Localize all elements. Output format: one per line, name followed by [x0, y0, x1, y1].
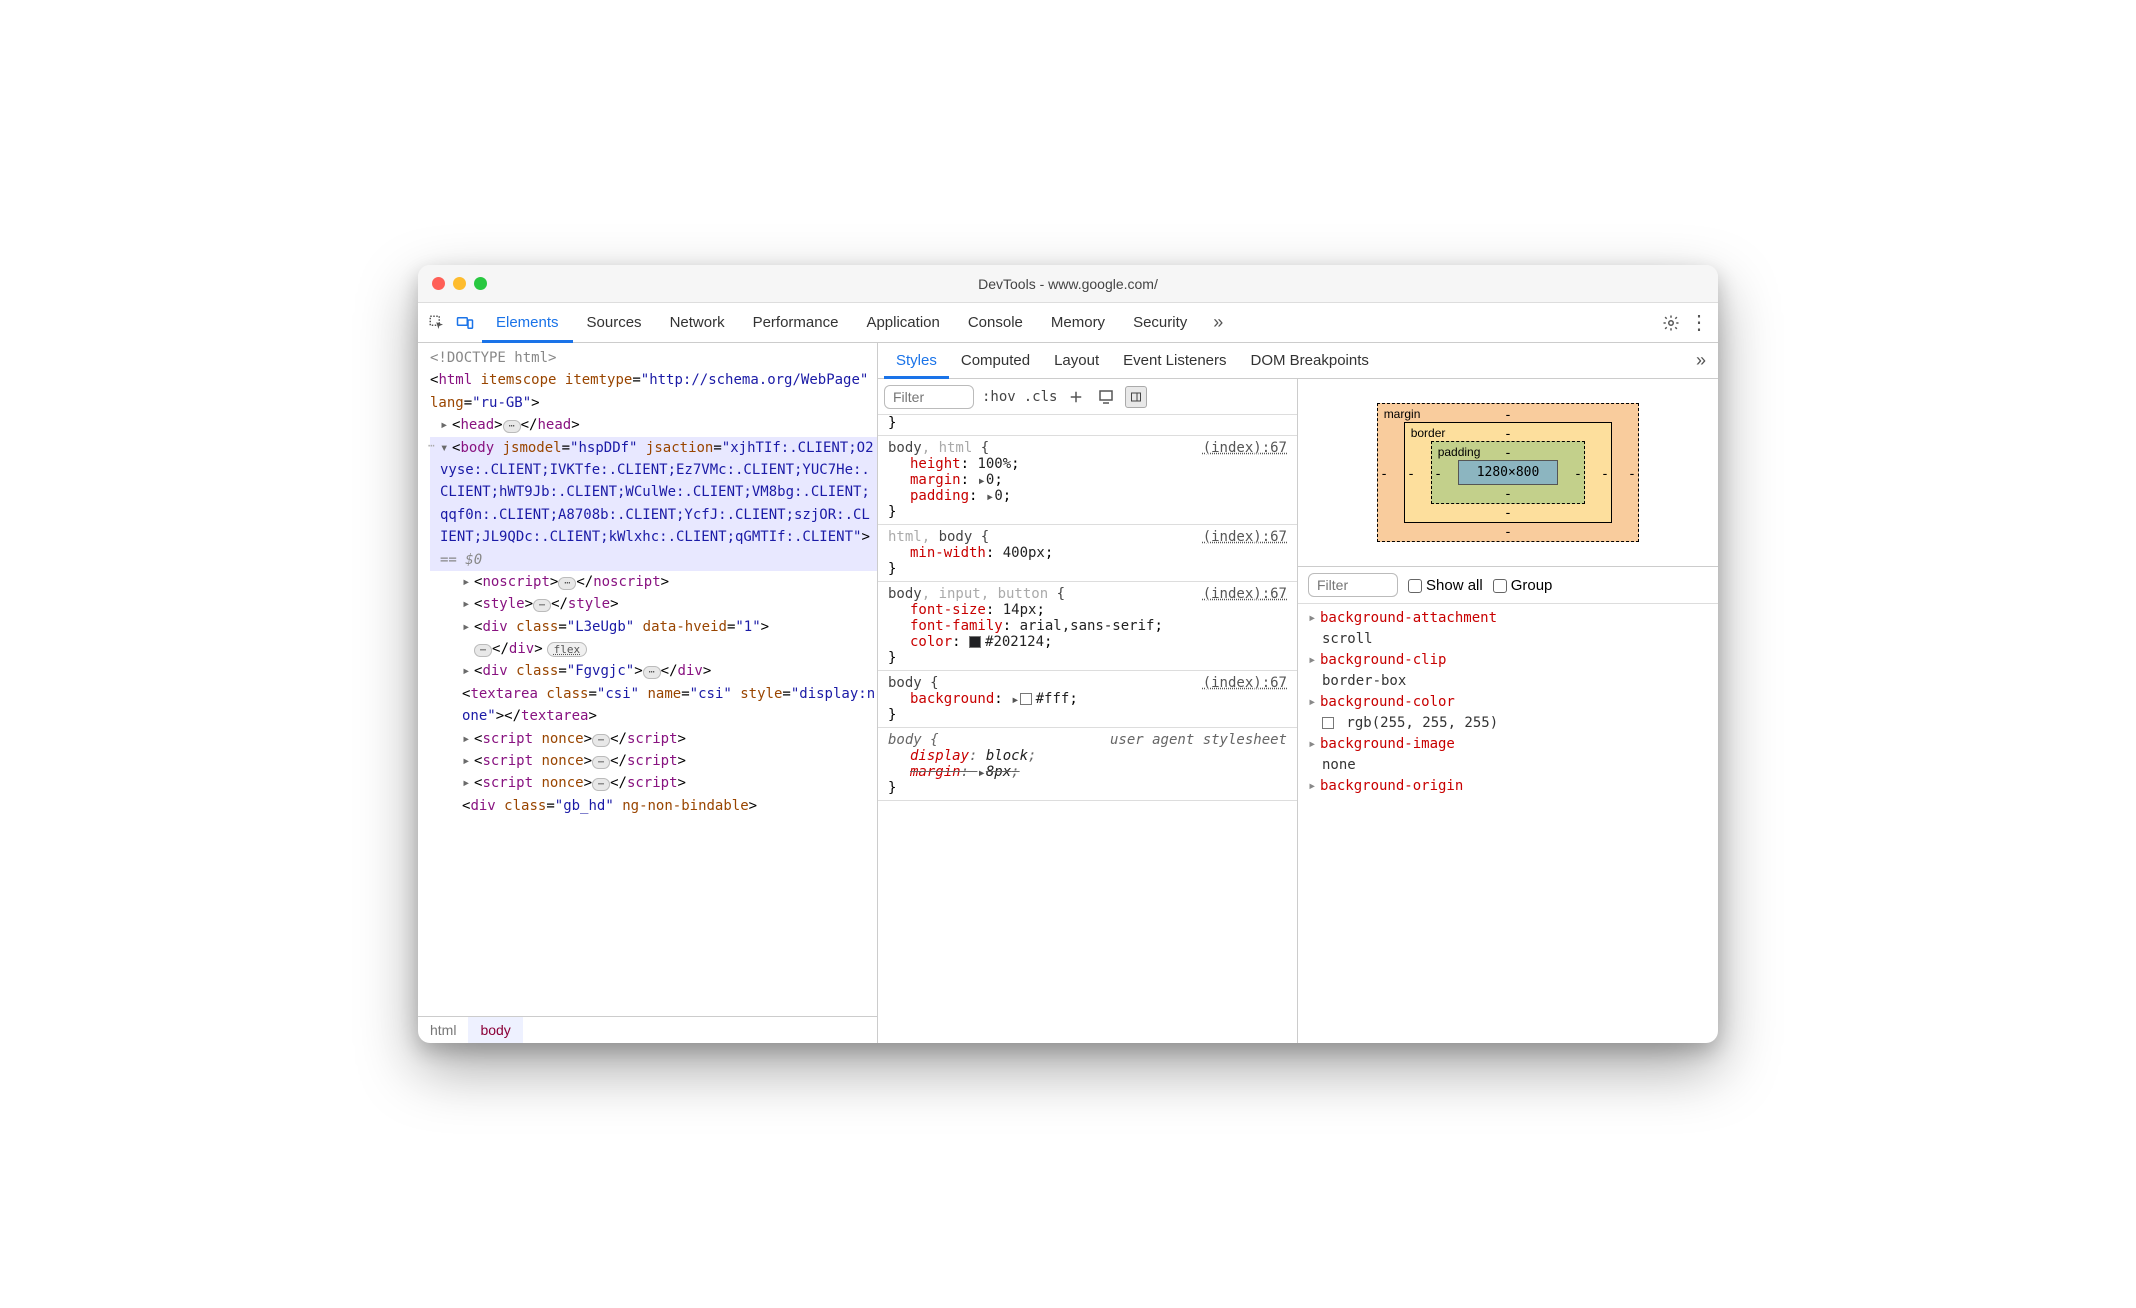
style-rule[interactable]: body {user agent stylesheetdisplay: bloc…: [878, 728, 1297, 801]
sub-tabs: StylesComputedLayoutEvent ListenersDOM B…: [878, 343, 1718, 379]
computed-panel: margin - - - - border - - - -: [1298, 379, 1718, 1043]
box-content-size: 1280×800: [1458, 460, 1559, 485]
tab-performance[interactable]: Performance: [739, 303, 853, 343]
settings-icon[interactable]: [1660, 312, 1682, 334]
subtab-layout[interactable]: Layout: [1042, 343, 1111, 379]
computed-property[interactable]: ▸background-clipborder-box: [1308, 650, 1708, 692]
styles-group: StylesComputedLayoutEvent ListenersDOM B…: [878, 343, 1718, 1043]
style-rule[interactable]: html, body {(index):67min-width: 400px;}: [878, 525, 1297, 582]
tab-elements[interactable]: Elements: [482, 303, 573, 343]
style-rule[interactable]: body, input, button {(index):67font-size…: [878, 582, 1297, 671]
devtools-window: DevTools - www.google.com/ ElementsSourc…: [418, 265, 1718, 1043]
style-rule[interactable]: body {(index):67background: ▸ #fff;}: [878, 671, 1297, 728]
box-model[interactable]: margin - - - - border - - - -: [1298, 379, 1718, 567]
computed-toolbar: Show all Group: [1298, 567, 1718, 604]
styles-panel: :hov .cls } body, html {(index):67height…: [878, 379, 1298, 1043]
computed-filter-input[interactable]: [1308, 573, 1398, 597]
titlebar: DevTools - www.google.com/: [418, 265, 1718, 303]
main-content: <!DOCTYPE html><html itemscope itemtype=…: [418, 343, 1718, 1043]
tab-network[interactable]: Network: [656, 303, 739, 343]
flexbox-editor-icon[interactable]: [1095, 386, 1117, 408]
main-toolbar: ElementsSourcesNetworkPerformanceApplica…: [418, 303, 1718, 343]
styles-toolbar: :hov .cls: [878, 379, 1297, 415]
box-margin-label: margin: [1384, 407, 1421, 421]
subtab-computed[interactable]: Computed: [949, 343, 1042, 379]
cls-toggle[interactable]: .cls: [1024, 389, 1058, 405]
dom-tree[interactable]: <!DOCTYPE html><html itemscope itemtype=…: [418, 343, 877, 1016]
device-toggle-icon[interactable]: [454, 312, 476, 334]
box-border-label: border: [1411, 426, 1446, 440]
styles-body: :hov .cls } body, html {(index):67height…: [878, 379, 1718, 1043]
elements-panel: <!DOCTYPE html><html itemscope itemtype=…: [418, 343, 878, 1043]
group-toggle[interactable]: Group: [1493, 577, 1553, 594]
tab-security[interactable]: Security: [1119, 303, 1201, 343]
subtab-styles[interactable]: Styles: [884, 343, 949, 379]
new-rule-icon[interactable]: [1065, 386, 1087, 408]
computed-properties[interactable]: ▸background-attachmentscroll▸background-…: [1298, 604, 1718, 1043]
show-all-toggle[interactable]: Show all: [1408, 577, 1483, 594]
computed-property[interactable]: ▸background-origin: [1308, 776, 1708, 818]
inspect-icon[interactable]: [426, 312, 448, 334]
breadcrumb-html[interactable]: html: [418, 1017, 468, 1043]
style-rule[interactable]: body, html {(index):67height: 100%;margi…: [878, 436, 1297, 525]
kebab-menu-icon[interactable]: ⋮: [1688, 312, 1710, 334]
computed-property[interactable]: ▸background-color rgb(255, 255, 255): [1308, 692, 1708, 734]
tab-memory[interactable]: Memory: [1037, 303, 1119, 343]
tab-application[interactable]: Application: [852, 303, 953, 343]
subtab-dom-breakpoints[interactable]: DOM Breakpoints: [1239, 343, 1381, 379]
style-rules[interactable]: } body, html {(index):67height: 100%;mar…: [878, 415, 1297, 1043]
more-subtabs-icon[interactable]: »: [1690, 350, 1712, 372]
main-tabs: ElementsSourcesNetworkPerformanceApplica…: [482, 303, 1201, 343]
hov-toggle[interactable]: :hov: [982, 389, 1016, 405]
styles-filter-input[interactable]: [884, 385, 974, 409]
computed-property[interactable]: ▸background-attachmentscroll: [1308, 608, 1708, 650]
computed-sidebar-toggle-icon[interactable]: [1125, 386, 1147, 408]
breadcrumb-body[interactable]: body: [468, 1017, 522, 1043]
more-tabs-icon[interactable]: »: [1207, 312, 1229, 334]
breadcrumb-bar: htmlbody: [418, 1016, 877, 1043]
tab-sources[interactable]: Sources: [573, 303, 656, 343]
subtab-event-listeners[interactable]: Event Listeners: [1111, 343, 1238, 379]
box-padding-label: padding: [1438, 445, 1481, 459]
computed-property[interactable]: ▸background-imagenone: [1308, 734, 1708, 776]
window-title: DevTools - www.google.com/: [418, 276, 1718, 292]
tab-console[interactable]: Console: [954, 303, 1037, 343]
